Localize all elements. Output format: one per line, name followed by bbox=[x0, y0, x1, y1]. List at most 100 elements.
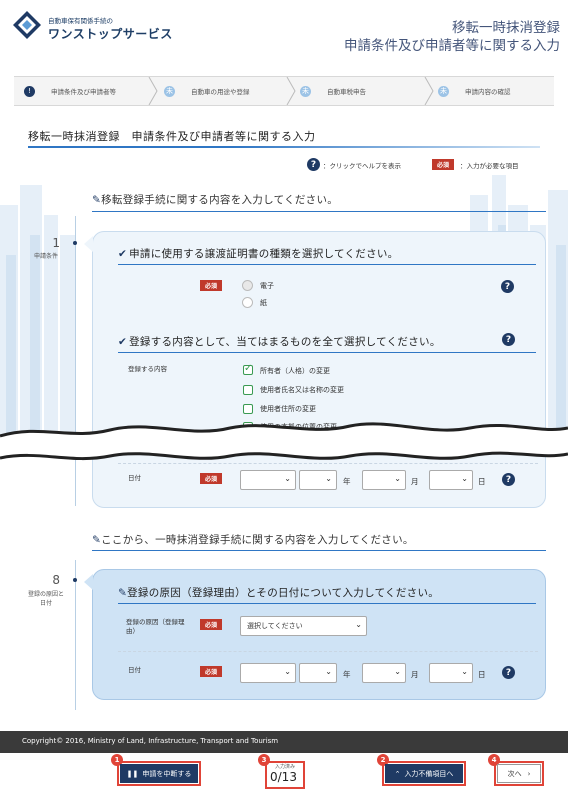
help-icon: ? bbox=[307, 158, 320, 171]
step-label: 自動車税申告 bbox=[327, 88, 366, 96]
help-icon[interactable]: ? bbox=[502, 473, 515, 486]
q2-title-text: 登録する内容として、当てはまるものを全て選択してください。 bbox=[129, 336, 441, 348]
header-title-2: 申請条件及び申請者等に関する入力 bbox=[344, 38, 560, 54]
header-title-1: 移転一時抹消登録 bbox=[452, 20, 560, 36]
card-notch bbox=[84, 236, 93, 252]
bottom-action-bar: 1 ❚❚ 申請を中断する 3 入力済み 0/13 2 ⌃ 入力不備項目へ 4 次へ › bbox=[0, 753, 568, 793]
reason-select[interactable]: 選択してください ⌄ bbox=[240, 616, 367, 636]
chevron-down-icon: ⌄ bbox=[461, 474, 468, 483]
suspend-button-label: 申請を中断する bbox=[142, 769, 192, 778]
suspend-button[interactable]: ❚❚ 申請を中断する bbox=[120, 764, 198, 783]
chevron-right-icon: › bbox=[527, 769, 531, 778]
date-label: 日付 bbox=[128, 474, 141, 482]
step-chevron-icon bbox=[424, 77, 434, 105]
era-select[interactable]: ⌄ bbox=[240, 470, 296, 490]
site-header: 自動車保有関係手続の ワンストップサービス 移転一時抹消登録 申請条件及び申請者… bbox=[0, 0, 568, 60]
month-select[interactable]: ⌄ bbox=[362, 470, 406, 490]
required-badge: 必須 bbox=[432, 159, 455, 170]
incomplete-items-button[interactable]: ⌃ 入力不備項目へ bbox=[385, 764, 463, 783]
checkbox-owner-change[interactable] bbox=[243, 363, 253, 375]
required-badge: 必須 bbox=[200, 666, 223, 677]
edit-icon: ✎ bbox=[92, 194, 102, 206]
help-icon[interactable]: ? bbox=[502, 333, 515, 346]
next-button[interactable]: 次へ › bbox=[497, 764, 541, 783]
step-todo-icon: 未 bbox=[438, 85, 449, 97]
day-unit: 日 bbox=[478, 670, 486, 679]
step-todo-icon: 未 bbox=[164, 85, 175, 97]
required-badge: 必須 bbox=[200, 619, 223, 630]
step-label: 自動車の用途や登録 bbox=[191, 88, 250, 96]
copyright: Copyright© 2016, Ministry of Land, Infra… bbox=[22, 737, 279, 745]
chevron-down-icon: ⌄ bbox=[355, 620, 362, 629]
edit-icon: ✎ bbox=[118, 587, 128, 599]
chevron-up-icon: ⌃ bbox=[394, 769, 401, 778]
help-legend: ? ：クリックでヘルプを表示 bbox=[307, 158, 401, 171]
radio-paper[interactable] bbox=[242, 297, 253, 308]
step-2: 未 自動車の用途や登録 bbox=[164, 77, 250, 105]
logo-icon bbox=[13, 11, 41, 39]
date-label: 日付 bbox=[128, 666, 141, 674]
logo-subtitle: 自動車保有関係手続の bbox=[48, 17, 113, 25]
month-select[interactable]: ⌄ bbox=[362, 663, 406, 683]
step-label: 申請条件及び申請者等 bbox=[51, 88, 116, 96]
checkbox-user-address-change[interactable] bbox=[243, 404, 253, 414]
month-unit: 月 bbox=[411, 477, 419, 486]
radio-electronic-label: 電子 bbox=[260, 282, 274, 290]
checkbox-label: 使用者氏名又は名称の変更 bbox=[260, 386, 344, 394]
step-todo-icon: 未 bbox=[300, 85, 311, 97]
section2-line bbox=[92, 550, 546, 551]
logo-title: ワンストップサービス bbox=[48, 27, 173, 41]
reason-select-value: 選択してください bbox=[247, 622, 303, 630]
help-legend-text: ：クリックでヘルプを表示 bbox=[323, 161, 401, 170]
checkbox-label: 使用者住所の変更 bbox=[260, 405, 316, 413]
check-icon: ✔ bbox=[118, 248, 128, 260]
help-icon[interactable]: ? bbox=[502, 666, 515, 679]
section1-line bbox=[92, 211, 546, 212]
rail-number-1: 1 bbox=[52, 236, 60, 250]
day-select[interactable]: ⌄ bbox=[429, 470, 473, 490]
q1-underline bbox=[118, 264, 536, 265]
q8-title: ✎登録の原因（登録理由）とその日付について入力してください。 bbox=[118, 585, 439, 600]
page-title: 移転一時抹消登録 申請条件及び申請者等に関する入力 bbox=[28, 130, 316, 143]
year-select[interactable]: ⌄ bbox=[299, 663, 337, 683]
checkbox-user-name-change[interactable] bbox=[243, 385, 253, 395]
q8-underline bbox=[118, 603, 536, 604]
counter-label: 入力済み bbox=[275, 764, 296, 770]
required-badge: 必須 bbox=[200, 280, 223, 291]
step-label: 申請内容の確認 bbox=[465, 88, 511, 96]
counter-value: 0/13 bbox=[270, 770, 297, 784]
q1-title: ✔ 申請に使用する譲渡証明書の種類を選択してください。 bbox=[118, 246, 398, 261]
step-3: 未 自動車税申告 bbox=[300, 77, 366, 105]
day-unit: 日 bbox=[478, 477, 486, 486]
help-icon[interactable]: ? bbox=[501, 280, 514, 293]
chevron-down-icon: ⌄ bbox=[284, 474, 291, 483]
q2-title: ✔ 登録する内容として、当てはまるものを全て選択してください。 bbox=[118, 334, 441, 349]
radio-electronic[interactable] bbox=[242, 280, 253, 291]
reason-label: 登録の原因（登録理由） bbox=[126, 618, 185, 635]
chevron-down-icon: ⌄ bbox=[461, 667, 468, 676]
day-select[interactable]: ⌄ bbox=[429, 663, 473, 683]
section2-heading-text: ここから、一時抹消登録手続に関する内容を入力してください。 bbox=[101, 534, 414, 546]
rail-dot bbox=[73, 578, 77, 582]
year-unit: 年 bbox=[343, 670, 351, 679]
rail-number-8: 8 bbox=[52, 573, 60, 587]
title-underline bbox=[28, 146, 540, 148]
q1-title-text: 申請に使用する譲渡証明書の種類を選択してください。 bbox=[129, 248, 399, 260]
incomplete-button-label: 入力不備項目へ bbox=[404, 769, 454, 778]
checkbox-label: 所有者（人格）の変更 bbox=[260, 367, 330, 375]
chevron-down-icon: ⌄ bbox=[325, 474, 332, 483]
required-badge: 必須 bbox=[200, 473, 223, 484]
step-current-icon: ! bbox=[24, 85, 35, 97]
radio-paper-label: 紙 bbox=[260, 299, 267, 307]
step-4: 未 申請内容の確認 bbox=[438, 77, 511, 105]
step-chevron-icon bbox=[148, 77, 158, 105]
section2-heading: ✎ここから、一時抹消登録手続に関する内容を入力してください。 bbox=[92, 532, 414, 547]
year-select[interactable]: ⌄ bbox=[299, 470, 337, 490]
pause-icon: ❚❚ bbox=[126, 769, 139, 778]
chevron-down-icon: ⌄ bbox=[394, 474, 401, 483]
annotation-badge: 3 bbox=[258, 754, 270, 766]
divider bbox=[118, 463, 538, 464]
chevron-down-icon: ⌄ bbox=[325, 667, 332, 676]
era-select[interactable]: ⌄ bbox=[240, 663, 296, 683]
content-field-label: 登録する内容 bbox=[128, 365, 167, 373]
